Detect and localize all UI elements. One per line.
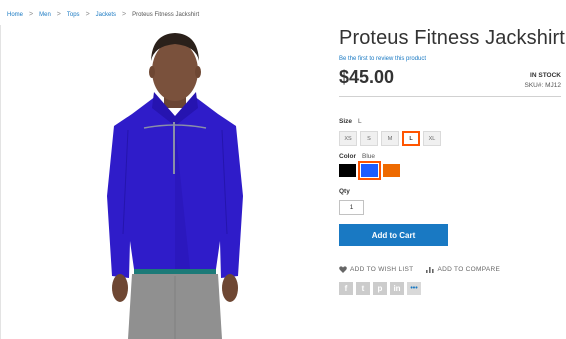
breadcrumb-separator: > <box>85 11 90 18</box>
product-actions: ADD TO WISH LIST ADD TO COMPARE <box>339 266 500 273</box>
breadcrumb-separator: > <box>56 11 61 18</box>
product-price: $45.00 <box>339 67 395 87</box>
size-label-text: Size <box>339 118 353 125</box>
size-option-s[interactable]: S <box>360 131 378 146</box>
linkedin-icon[interactable]: in <box>390 282 404 295</box>
breadcrumb-separator: > <box>29 11 34 18</box>
breadcrumb: Home > Men > Tops > Jackets > Proteus Fitness Ja… <box>7 11 199 18</box>
color-swatch-black[interactable] <box>339 164 356 177</box>
sku: SKU#: MJ12 <box>524 82 561 89</box>
breadcrumb-tops-link[interactable]: Tops <box>67 12 80 18</box>
color-options <box>339 161 400 180</box>
heart-icon <box>339 266 347 273</box>
color-label: Color Blue <box>339 153 375 160</box>
color-label-text: Color <box>339 153 356 160</box>
size-option-m[interactable]: M <box>381 131 399 146</box>
divider <box>339 96 561 97</box>
color-selected-value: Blue <box>361 153 375 160</box>
twitter-icon[interactable]: t <box>356 282 370 295</box>
facebook-icon[interactable]: f <box>339 282 353 295</box>
breadcrumb-men-link[interactable]: Men <box>39 12 51 18</box>
size-selected-value: L <box>358 118 362 125</box>
product-title: Proteus Fitness Jackshirt <box>339 27 565 49</box>
sku-label: SKU#: <box>524 82 544 89</box>
size-option-xs[interactable]: XS <box>339 131 357 146</box>
qty-label: Qty <box>339 188 350 195</box>
more-icon[interactable]: ••• <box>407 282 421 295</box>
page-border <box>0 25 1 339</box>
social-share: f t p in ••• <box>339 282 421 295</box>
add-to-wishlist-link[interactable]: ADD TO WISH LIST <box>339 266 413 273</box>
product-image[interactable] <box>40 26 310 339</box>
size-option-l[interactable]: L <box>402 131 420 146</box>
sku-value: MJ12 <box>545 82 561 89</box>
breadcrumb-current: Proteus Fitness Jackshirt <box>132 12 200 18</box>
breadcrumb-jackets-link[interactable]: Jackets <box>96 12 116 18</box>
pinterest-icon[interactable]: p <box>373 282 387 295</box>
breadcrumb-home-link[interactable]: Home <box>7 12 23 18</box>
color-swatch-orange[interactable] <box>383 164 400 177</box>
color-swatch-blue[interactable] <box>358 161 381 180</box>
bar-chart-icon <box>426 266 435 273</box>
add-to-compare-link[interactable]: ADD TO COMPARE <box>426 266 500 273</box>
stock-status: IN STOCK <box>530 72 561 79</box>
qty-input[interactable] <box>339 200 364 215</box>
wishlist-label: ADD TO WISH LIST <box>350 266 414 273</box>
add-to-cart-button[interactable]: Add to Cart <box>339 224 448 246</box>
size-label: Size L <box>339 118 362 125</box>
breadcrumb-separator: > <box>122 11 127 18</box>
size-option-xl[interactable]: XL <box>423 131 441 146</box>
compare-label: ADD TO COMPARE <box>437 266 501 273</box>
review-link[interactable]: Be the first to review this product <box>339 56 426 62</box>
size-options: XS S M L XL <box>339 131 441 146</box>
